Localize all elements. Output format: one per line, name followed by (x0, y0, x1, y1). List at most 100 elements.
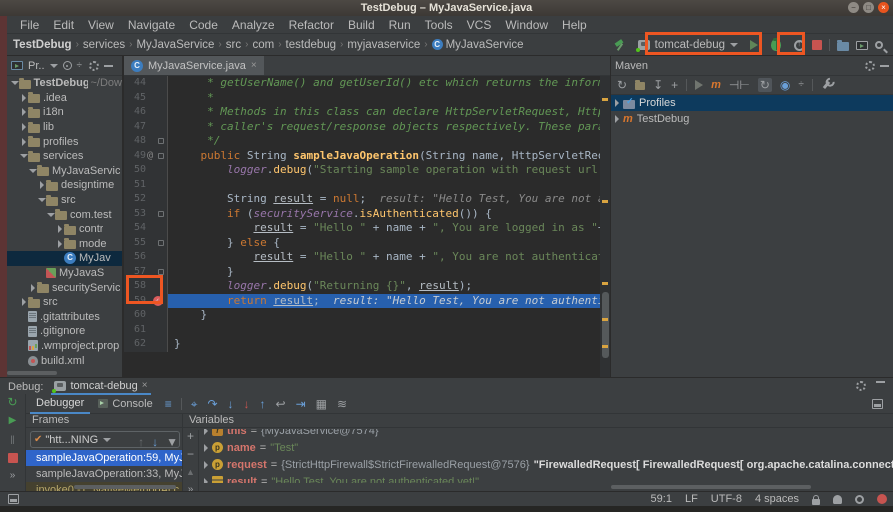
hide-panel-icon[interactable] (876, 381, 885, 383)
more-icon[interactable]: » (10, 470, 16, 482)
profiles-icon[interactable]: ◉ (780, 79, 790, 91)
stop-icon[interactable] (8, 453, 18, 463)
variable-row-this[interactable]: fthis={MyJavaService@7574} (200, 429, 893, 439)
minimize-window-icon[interactable]: − (848, 2, 859, 13)
project-panel-title[interactable]: Pr.. (28, 60, 45, 72)
tree-item-services[interactable]: services (7, 149, 122, 164)
filter-icon[interactable]: ▼ (166, 436, 178, 448)
step-over-icon[interactable]: ↷ (207, 398, 217, 410)
breadcrumb-item[interactable]: services (83, 39, 125, 51)
frame-row[interactable]: sampleJavaOperation:59, MyJavaService (26, 450, 182, 466)
tree-expand-icon[interactable] (55, 240, 64, 248)
gutter[interactable]: 44 (124, 76, 168, 91)
gutter[interactable]: 45 (124, 91, 168, 106)
tree-expand-icon[interactable] (204, 444, 208, 452)
write-access-icon[interactable] (812, 499, 820, 505)
gear-icon[interactable] (89, 61, 99, 71)
menu-item-code[interactable]: Code (182, 18, 225, 32)
menu-item-build[interactable]: Build (341, 18, 382, 32)
menu-item-navigate[interactable]: Navigate (121, 18, 182, 32)
editor-error-stripe[interactable] (600, 76, 610, 377)
gutter[interactable]: 53 (124, 207, 168, 222)
tree-item--wmproject-prop[interactable]: .wmproject.prop (7, 339, 122, 354)
fold-marker-icon[interactable] (158, 211, 164, 217)
variable-row-result[interactable]: result="Hello Test, You are not authenti… (200, 473, 893, 483)
breadcrumb-item[interactable]: testdebug (286, 39, 337, 51)
tree-item-myjavaservic[interactable]: MyJavaServic (7, 164, 122, 179)
menu-item-file[interactable]: File (13, 18, 46, 32)
step-into-icon[interactable]: ↓ (228, 398, 234, 410)
event-log-icon[interactable] (855, 495, 864, 504)
breadcrumb-item[interactable]: myjavaservice (347, 39, 420, 51)
code-line-54[interactable]: 54 result = "Hello " + name + ", You are… (124, 221, 610, 236)
breadcrumb-item[interactable]: TestDebug (13, 39, 72, 51)
tree-item-i18n[interactable]: i18n (7, 105, 122, 120)
fold-marker-icon[interactable] (158, 138, 164, 144)
settings-lines-icon[interactable]: ≋ (337, 398, 347, 410)
debug-session-tab[interactable]: tomcat-debug × (51, 378, 150, 395)
gutter[interactable]: 49@ (124, 149, 168, 164)
run-to-cursor-icon[interactable]: ⇥ (296, 398, 306, 410)
indent-setting[interactable]: 4 spaces (755, 493, 799, 505)
code-line-51[interactable]: 51 (124, 178, 610, 193)
tree-expand-icon[interactable] (19, 94, 28, 102)
fold-marker-icon[interactable] (158, 240, 164, 246)
resume-icon[interactable]: ▶ (9, 415, 17, 427)
tree-expand-icon[interactable] (55, 225, 64, 233)
skip-tests-icon[interactable]: ⊣⊢ (729, 79, 750, 91)
variable-row-name[interactable]: pname="Test" (200, 439, 893, 456)
menu-item-refactor[interactable]: Refactor (282, 18, 341, 32)
tree-item-build-xml[interactable]: build.xml (7, 353, 122, 368)
tree-expand-icon[interactable] (37, 181, 46, 189)
warning-stripe-mark[interactable] (602, 200, 608, 203)
download-sources-icon[interactable]: ↧ (653, 79, 663, 91)
run-maven-icon[interactable] (695, 80, 703, 90)
tree-horizontal-scrollbar[interactable] (7, 371, 57, 375)
add-icon[interactable]: + (671, 79, 678, 91)
code-line-49[interactable]: 49@ public String sampleJavaOperation(St… (124, 149, 610, 164)
gear-icon[interactable] (856, 381, 866, 391)
hide-panel-icon[interactable] (880, 65, 889, 67)
run-window-icon[interactable] (856, 41, 868, 50)
code-line-60[interactable]: 60 } (124, 308, 610, 323)
tree-expand-icon[interactable] (204, 478, 208, 484)
locate-file-icon[interactable] (63, 61, 72, 70)
more-icon[interactable]: » (188, 484, 194, 491)
variable-row-request[interactable]: prequest={StrictHttpFirewall$StrictFirew… (200, 456, 893, 473)
code-editor[interactable]: 44 * getUserName() and getUserId() etc w… (124, 76, 610, 377)
breadcrumb-item[interactable]: com (252, 39, 274, 51)
tree-item-contr[interactable]: contr (7, 222, 122, 237)
step-out-icon[interactable]: ↑ (260, 398, 266, 410)
warning-stripe-mark[interactable] (602, 318, 608, 321)
tree-expand-icon[interactable] (19, 298, 28, 306)
layout-settings-icon[interactable]: ≡ (165, 398, 172, 410)
hide-panel-icon[interactable] (104, 65, 113, 67)
drop-frame-icon[interactable]: ↩ (276, 398, 286, 410)
gutter[interactable]: 62 (124, 337, 168, 352)
tree-expand-icon[interactable] (46, 213, 55, 217)
code-line-56[interactable]: 56 result = "Hello " + name + ", You are… (124, 250, 610, 265)
menu-item-help[interactable]: Help (555, 18, 594, 32)
code-line-48[interactable]: 48 */ (124, 134, 610, 149)
tree-expand-icon[interactable] (204, 429, 208, 435)
collapse-all-icon[interactable]: ÷ (77, 60, 83, 72)
frame-up-icon[interactable]: ↑ (138, 436, 144, 448)
code-line-44[interactable]: 44 * getUserName() and getUserId() etc w… (124, 76, 610, 91)
menu-item-tools[interactable]: Tools (418, 18, 460, 32)
gutter[interactable]: 51 (124, 178, 168, 193)
build-hammer-icon[interactable] (614, 39, 626, 51)
menu-item-edit[interactable]: Edit (46, 18, 81, 32)
breadcrumb-item[interactable]: MyJavaService (446, 39, 524, 51)
tree-expand-icon[interactable] (615, 99, 619, 107)
breadcrumb-item[interactable]: src (226, 39, 241, 51)
frames-horizontal-scrollbar[interactable] (74, 485, 176, 489)
gutter[interactable]: 61 (124, 323, 168, 338)
tree-expand-icon[interactable] (615, 115, 619, 123)
code-line-46[interactable]: 46 * Methods in this class can declare H… (124, 105, 610, 120)
code-line-50[interactable]: 50 logger.debug("Starting sample operati… (124, 163, 610, 178)
tree-expand-icon[interactable] (10, 81, 19, 85)
expand-collapse-icon[interactable]: ÷ (798, 79, 804, 91)
menu-item-analyze[interactable]: Analyze (225, 18, 282, 32)
menu-item-vcs[interactable]: VCS (460, 18, 499, 32)
gutter[interactable]: 47 (124, 120, 168, 135)
